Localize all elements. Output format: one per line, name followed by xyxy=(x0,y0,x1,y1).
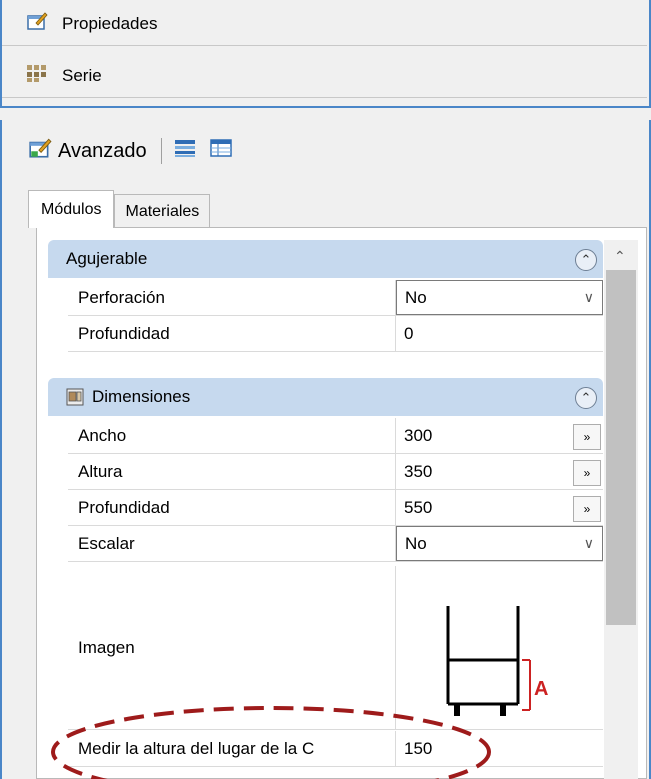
property-value: 350 xyxy=(404,461,433,481)
property-row-medir: Medir la altura del lugar de la C 150 xyxy=(68,731,603,767)
chevron-down-icon: ∨ xyxy=(583,535,594,551)
property-row: Escalar No ∨ xyxy=(68,526,603,562)
property-name: Imagen xyxy=(68,566,396,729)
property-row: Ancho 300 » xyxy=(68,418,603,454)
tab-strip: Módulos Materiales xyxy=(28,190,211,228)
property-value: No xyxy=(405,533,427,553)
property-row: Perforación No ∨ xyxy=(68,280,603,316)
property-value: 150 xyxy=(404,738,433,758)
chevron-down-icon: ∨ xyxy=(583,289,594,305)
property-row: Altura 350 » xyxy=(68,454,603,490)
property-row-imagen: Imagen A xyxy=(68,566,603,730)
property-name: Ancho xyxy=(68,418,396,453)
property-name: Altura xyxy=(68,454,396,489)
ellipsis-button[interactable]: » xyxy=(573,460,601,486)
property-name: Perforación xyxy=(68,280,396,315)
property-row: Profundidad 0 xyxy=(68,316,603,352)
serie-label: Serie xyxy=(62,65,102,85)
properties-icon xyxy=(26,11,48,36)
property-name: Profundidad xyxy=(68,490,396,525)
ellipsis-button[interactable]: » xyxy=(573,496,601,522)
dimension-letter: A xyxy=(534,678,549,700)
avanzado-button[interactable]: Avanzado xyxy=(28,137,147,165)
ancho-field[interactable]: 300 » xyxy=(396,418,603,453)
vertical-scrollbar[interactable]: ⌃ xyxy=(604,240,638,779)
scrollbar-thumb[interactable] xyxy=(606,270,636,625)
propiedades-bar[interactable]: Propiedades xyxy=(2,2,647,46)
property-value: No xyxy=(405,287,427,307)
collapse-icon[interactable]: ⌃ xyxy=(575,387,597,409)
scroll-up-icon[interactable]: ⌃ xyxy=(614,248,626,265)
cabinet-icon xyxy=(66,388,84,406)
divider xyxy=(0,106,651,120)
property-name: Profundidad xyxy=(68,316,396,351)
property-name: Escalar xyxy=(68,526,396,561)
tab-modulos[interactable]: Módulos xyxy=(28,190,115,228)
categorized-view-icon[interactable] xyxy=(174,138,196,164)
altura-field[interactable]: 350 » xyxy=(396,454,603,489)
property-row: Profundidad 550 » xyxy=(68,490,603,526)
section-agujerable[interactable]: Agujerable ⌃ xyxy=(48,240,603,278)
grid-icon xyxy=(26,63,48,88)
medir-field[interactable]: 150 xyxy=(396,731,603,766)
serie-bar[interactable]: Serie xyxy=(2,54,647,98)
property-value: 550 xyxy=(404,497,433,517)
perforacion-select[interactable]: No ∨ xyxy=(396,280,603,315)
cabinet-height-diagram: A xyxy=(396,566,603,729)
property-name: Medir la altura del lugar de la C xyxy=(68,731,396,766)
section-dimensiones[interactable]: Dimensiones ⌃ xyxy=(48,378,603,416)
properties-icon xyxy=(28,137,52,165)
collapse-icon[interactable]: ⌃ xyxy=(575,249,597,271)
profundidad-dim-field[interactable]: 550 » xyxy=(396,490,603,525)
section-title: Agujerable xyxy=(66,249,148,268)
ellipsis-button[interactable]: » xyxy=(573,424,601,450)
propiedades-label: Propiedades xyxy=(62,13,158,33)
tab-materiales[interactable]: Materiales xyxy=(114,194,211,228)
toolbar: Avanzado xyxy=(28,132,232,170)
avanzado-label: Avanzado xyxy=(58,139,147,162)
section-title: Dimensiones xyxy=(92,387,191,406)
toolbar-separator xyxy=(160,138,162,164)
property-value: 300 xyxy=(404,425,433,445)
escalar-select[interactable]: No ∨ xyxy=(396,526,603,561)
property-value: 0 xyxy=(404,323,414,343)
table-view-icon[interactable] xyxy=(209,138,232,164)
profundidad-field[interactable]: 0 xyxy=(396,316,603,351)
